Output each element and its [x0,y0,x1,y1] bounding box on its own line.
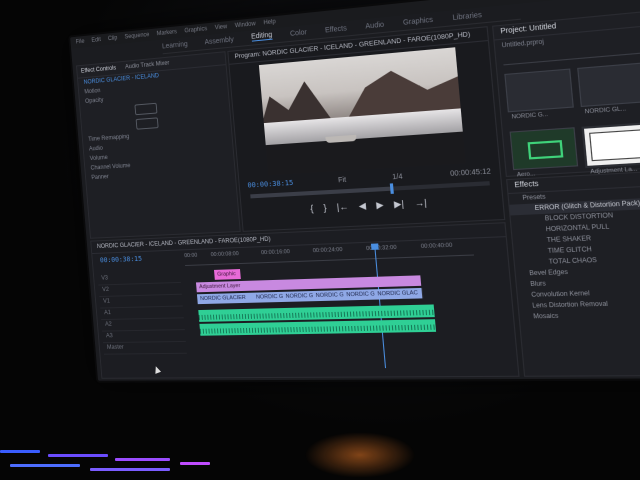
video-clip[interactable]: NORDIC GLACIER [197,293,258,305]
effects-panel: Effects Presets ERROR (Glitch & Distorti… [506,170,640,376]
menu-sequence[interactable]: Sequence [124,32,149,40]
step-back-button[interactable]: ◀ [358,200,366,212]
ruler-label: 00:00:16:00 [261,249,290,256]
project-panel: Project: Untitled Untitled.prproj NORDIC… [492,11,640,177]
project-item-label: NORDIC GL... [584,106,626,116]
play-button[interactable]: ▶ [376,199,384,211]
graphic-clip[interactable]: Graphic [214,269,241,280]
keyboard-key-glow [90,468,170,471]
ruler-label: 00:00 [184,253,197,259]
step-forward-button[interactable]: ▶| [394,198,405,210]
mark-out-button[interactable]: } [323,202,327,212]
workspace-libraries[interactable]: Libraries [452,11,482,21]
mark-in-button[interactable]: { [310,203,314,213]
tab-effect-controls[interactable]: Effect Controls [81,66,117,75]
workspace-audio[interactable]: Audio [365,21,384,30]
project-item-thumb[interactable]: NORDIC GL... [577,62,640,107]
menu-view[interactable]: View [215,24,228,31]
project-item-thumb[interactable]: Aero... [510,127,579,170]
workspace-learning[interactable]: Learning [162,41,188,50]
ruler-label: 00:00:24:00 [313,247,343,254]
property-label: Audio [89,146,103,153]
zoom-fit-select[interactable]: Fit [338,176,347,184]
ruler-label: 00:00:40:00 [421,243,453,251]
property-label: Motion [84,88,101,95]
project-item-thumb[interactable]: Adjustment La... [581,122,640,168]
property-label: Opacity [85,98,104,105]
keyboard-key-glow [48,454,108,457]
program-monitor: Program: NORDIC GLACIER - ICELAND - GREE… [227,26,505,232]
workspace-graphics[interactable]: Graphics [403,16,434,26]
go-to-in-button[interactable]: |← [336,201,349,212]
timeline-panel: NORDIC GLACIER - ICELAND - GREENLAND - F… [90,222,519,379]
project-item-thumb[interactable]: NORDIC G... [504,68,574,112]
workspace-editing[interactable]: Editing [251,32,273,42]
rgb-keyboard [0,440,640,480]
resolution-select[interactable]: 1/4 [392,173,403,181]
property-label: Panner [91,174,109,181]
keyboard-key-glow [10,464,80,467]
workspace-assembly[interactable]: Assembly [204,36,234,46]
tab-audio-track-mixer[interactable]: Audio Track Mixer [125,61,170,71]
keyframe-button[interactable] [136,117,159,129]
keyboard-key-glow [0,450,40,453]
monitor-screen: File Edit Clip Sequence Markers Graphics… [68,0,640,383]
workspace-color[interactable]: Color [290,29,307,38]
timeline-timecode[interactable]: 00:00:38:15 [100,255,143,264]
video-editor-app: File Edit Clip Sequence Markers Graphics… [70,0,640,381]
audio-waveform [199,310,435,320]
workspace-effects[interactable]: Effects [325,25,347,34]
effect-folder[interactable]: Mosaics [519,309,640,323]
audio-clip[interactable] [199,319,436,336]
video-preview[interactable] [259,47,466,175]
menu-graphics[interactable]: Graphics [184,26,207,34]
track-header[interactable]: Master [103,342,187,355]
current-timecode[interactable]: 00:00:38:15 [247,179,293,190]
effect-controls-panel: Effect Controls Audio Track Mixer NORDIC… [76,51,241,239]
project-thumbs-row: Aero... Adjustment La... [502,115,640,179]
menu-clip[interactable]: Clip [108,35,118,42]
menu-help[interactable]: Help [263,19,276,26]
keyboard-key-glow [180,462,210,465]
menu-markers[interactable]: Markers [157,29,178,37]
property-label: Volume [90,155,108,162]
project-item-label: NORDIC G... [511,112,548,121]
scrubber-playhead[interactable] [390,183,394,194]
menu-file[interactable]: File [76,39,85,46]
audio-waveform [200,324,436,333]
ruler-label: 00:00:08:00 [211,251,239,258]
menu-window[interactable]: Window [235,21,256,29]
keyboard-key-glow [115,458,170,461]
menu-edit[interactable]: Edit [91,37,101,44]
keyframe-button[interactable] [134,103,157,115]
video-clip[interactable]: NORDIC GLAC [374,288,424,300]
track-headers: V3 V2 V1 A1 A2 A3 Master [97,271,188,370]
duration-timecode: 00:00:45:12 [450,168,491,178]
timeline-clips: Graphic Adjustment Layer NORDIC GLACIER … [186,261,485,370]
go-to-out-button[interactable]: →| [414,197,427,208]
project-thumbs-row: NORDIC G... NORDIC GL... [497,55,640,119]
